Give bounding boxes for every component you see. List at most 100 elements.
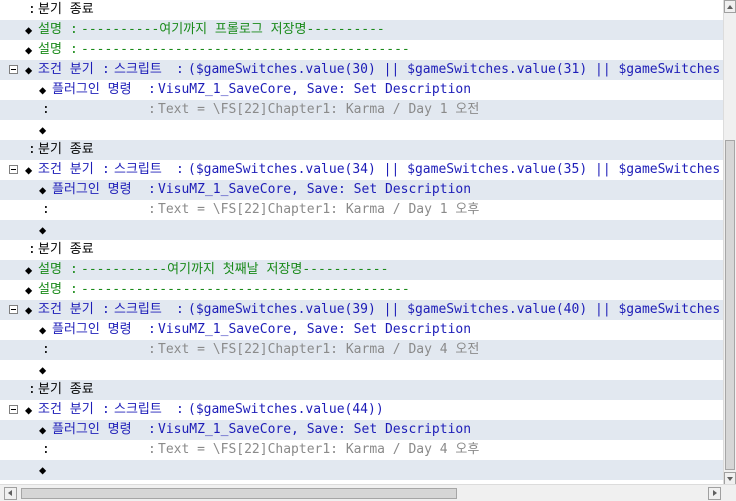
plugin-param: Text = \FS[22]Chapter1: Karma / Day 4 오전 bbox=[158, 342, 480, 357]
plugin-command: VisuMZ_1_SaveCore, Save: Set Description bbox=[158, 322, 472, 337]
diamond-icon: ◆ bbox=[39, 463, 47, 477]
command-row[interactable]: ◆ 설명: ------------------------------------… bbox=[0, 280, 723, 300]
colon-mark: : bbox=[102, 162, 110, 177]
diamond-icon: ◆ bbox=[25, 163, 33, 177]
command-row[interactable]: :: Text = \FS[22]Chapter1: Karma / Day 4 … bbox=[0, 440, 723, 460]
collapse-toggle-icon[interactable] bbox=[9, 65, 18, 74]
command-row[interactable]: ◆ 설명: ----------여기까지 프롤로그 저장명---------- bbox=[0, 20, 723, 40]
scroll-up-button[interactable] bbox=[724, 0, 736, 13]
branch-label: 조건 분기 bbox=[38, 402, 94, 417]
diamond-icon: ◆ bbox=[25, 63, 33, 77]
command-row[interactable]: : 분기 종료 bbox=[0, 380, 723, 400]
arrow-down-icon bbox=[727, 477, 733, 481]
colon-mark: : bbox=[102, 402, 110, 417]
branch-subtype: 스크립트 bbox=[114, 162, 162, 177]
command-row[interactable]: :: Text = \FS[22]Chapter1: Karma / Day 1 … bbox=[0, 100, 723, 120]
colon-mark: : bbox=[176, 162, 184, 177]
colon-mark: : bbox=[28, 242, 36, 257]
plugin-label: 플러그인 명령 bbox=[52, 82, 132, 97]
scroll-left-button[interactable] bbox=[4, 487, 17, 500]
collapse-toggle-icon[interactable] bbox=[9, 305, 18, 314]
plugin-label: 플러그인 명령 bbox=[52, 422, 132, 437]
command-row[interactable]: ◆ bbox=[0, 120, 723, 140]
command-row[interactable]: ◆ 설명: -----------여기까지 첫째날 저장명----------- bbox=[0, 260, 723, 280]
command-row[interactable]: ◆ bbox=[0, 460, 723, 480]
command-row[interactable]: ◆ 조건 분기: 스크립트: ($gameSwitches.value(44)) bbox=[0, 400, 723, 420]
colon-mark: : bbox=[70, 282, 78, 297]
colon-mark: : bbox=[70, 42, 78, 57]
diamond-icon: ◆ bbox=[25, 403, 33, 417]
comment-label: 설명 bbox=[38, 262, 62, 277]
scroll-right-button[interactable] bbox=[708, 487, 721, 500]
command-row[interactable]: :: Text = \FS[22]Chapter1: Karma / Day 1 … bbox=[0, 200, 723, 220]
comment-text: -----------여기까지 첫째날 저장명----------- bbox=[81, 262, 389, 277]
branch-end-label: 분기 종료 bbox=[38, 142, 94, 157]
colon-mark: : bbox=[148, 442, 156, 457]
branch-subtype: 스크립트 bbox=[114, 302, 162, 317]
plugin-command: VisuMZ_1_SaveCore, Save: Set Description bbox=[158, 82, 472, 97]
command-row[interactable]: : 분기 종료 bbox=[0, 240, 723, 260]
command-row[interactable]: ◆ 플러그인 명령: VisuMZ_1_SaveCore, Save: Set De… bbox=[0, 180, 723, 200]
colon-mark: : bbox=[176, 402, 184, 417]
branch-script: ($gameSwitches.value(44)) bbox=[188, 402, 384, 417]
comment-label: 설명 bbox=[38, 42, 62, 57]
collapse-toggle-icon[interactable] bbox=[9, 405, 18, 414]
branch-end-label: 분기 종료 bbox=[38, 242, 94, 257]
horizontal-scroll-thumb[interactable] bbox=[21, 488, 457, 499]
colon-mark: : bbox=[28, 382, 36, 397]
diamond-icon: ◆ bbox=[25, 43, 33, 57]
diamond-icon: ◆ bbox=[39, 183, 47, 197]
command-row[interactable]: ◆ bbox=[0, 220, 723, 240]
command-row[interactable]: ◆ 조건 분기: 스크립트: ($gameSwitches.value(34) || … bbox=[0, 160, 723, 180]
diamond-icon: ◆ bbox=[39, 123, 47, 137]
branch-subtype: 스크립트 bbox=[114, 402, 162, 417]
event-command-list[interactable]: : 분기 종료 ◆ 설명: ----------여기까지 프롤로그 저장명-------… bbox=[0, 0, 723, 484]
arrow-up-icon bbox=[727, 5, 733, 9]
collapse-toggle-icon[interactable] bbox=[9, 165, 18, 174]
colon-mark: : bbox=[148, 322, 156, 337]
plugin-label: 플러그인 명령 bbox=[52, 322, 132, 337]
comment-text: ----------------------------------------… bbox=[81, 42, 410, 57]
branch-script: ($gameSwitches.value(30) || $gameSwitche… bbox=[188, 62, 723, 77]
branch-script: ($gameSwitches.value(39) || $gameSwitche… bbox=[188, 302, 723, 317]
comment-label: 설명 bbox=[38, 22, 62, 37]
vertical-scroll-thumb[interactable] bbox=[725, 140, 735, 470]
horizontal-scrollbar[interactable] bbox=[0, 484, 736, 501]
command-row[interactable]: ◆ 플러그인 명령: VisuMZ_1_SaveCore, Save: Set De… bbox=[0, 80, 723, 100]
command-row[interactable]: ◆ 플러그인 명령: VisuMZ_1_SaveCore, Save: Set De… bbox=[0, 320, 723, 340]
plugin-command: VisuMZ_1_SaveCore, Save: Set Description bbox=[158, 422, 472, 437]
colon-mark: : bbox=[28, 142, 36, 157]
colon-mark: : bbox=[148, 342, 156, 357]
colon-mark: : bbox=[42, 102, 50, 117]
branch-script: ($gameSwitches.value(34) || $gameSwitche… bbox=[188, 162, 723, 177]
colon-mark: : bbox=[42, 342, 50, 357]
diamond-icon: ◆ bbox=[25, 303, 33, 317]
arrow-right-icon bbox=[713, 490, 717, 496]
colon-mark: : bbox=[102, 62, 110, 77]
colon-mark: : bbox=[102, 302, 110, 317]
comment-text: ----------------------------------------… bbox=[81, 282, 410, 297]
diamond-icon: ◆ bbox=[39, 323, 47, 337]
branch-label: 조건 분기 bbox=[38, 302, 94, 317]
command-row[interactable]: : 분기 종료 bbox=[0, 0, 723, 20]
comment-text: ----------여기까지 프롤로그 저장명---------- bbox=[81, 22, 385, 37]
colon-mark: : bbox=[148, 202, 156, 217]
command-row[interactable]: ◆ 조건 분기: 스크립트: ($gameSwitches.value(39) || … bbox=[0, 300, 723, 320]
command-row[interactable]: ◆ bbox=[0, 360, 723, 380]
command-row[interactable]: ◆ 설명: ------------------------------------… bbox=[0, 40, 723, 60]
branch-label: 조건 분기 bbox=[38, 162, 94, 177]
command-row[interactable]: ◆ 조건 분기: 스크립트: ($gameSwitches.value(30) || … bbox=[0, 60, 723, 80]
colon-mark: : bbox=[70, 22, 78, 37]
command-row[interactable]: ◆ 플러그인 명령: VisuMZ_1_SaveCore, Save: Set De… bbox=[0, 420, 723, 440]
colon-mark: : bbox=[42, 202, 50, 217]
command-row[interactable]: : 분기 종료 bbox=[0, 140, 723, 160]
colon-mark: : bbox=[148, 82, 156, 97]
branch-label: 조건 분기 bbox=[38, 62, 94, 77]
vertical-scrollbar[interactable] bbox=[723, 0, 736, 487]
branch-end-label: 분기 종료 bbox=[38, 2, 94, 17]
plugin-param: Text = \FS[22]Chapter1: Karma / Day 4 오후 bbox=[158, 442, 480, 457]
diamond-icon: ◆ bbox=[25, 23, 33, 37]
diamond-icon: ◆ bbox=[39, 363, 47, 377]
plugin-param: Text = \FS[22]Chapter1: Karma / Day 1 오후 bbox=[158, 202, 480, 217]
command-row[interactable]: :: Text = \FS[22]Chapter1: Karma / Day 4 … bbox=[0, 340, 723, 360]
